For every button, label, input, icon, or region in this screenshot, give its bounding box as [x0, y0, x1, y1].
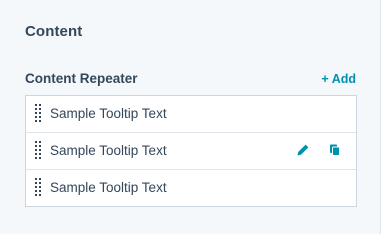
repeater-item-label: Sample Tooltip Text — [50, 106, 167, 121]
drag-handle-icon[interactable] — [35, 104, 41, 124]
plus-icon: + — [321, 72, 329, 86]
add-item-label: Add — [331, 72, 356, 86]
repeater-list: Sample Tooltip Text Sample Tooltip Text — [25, 95, 357, 207]
clone-icon[interactable] — [328, 143, 342, 157]
repeater-item-label: Sample Tooltip Text — [50, 143, 167, 158]
pencil-icon[interactable] — [296, 143, 310, 157]
field-label: Content Repeater — [25, 71, 138, 86]
section-title: Content — [25, 23, 83, 40]
repeater-item-actions — [296, 143, 342, 157]
repeater-item[interactable]: Sample Tooltip Text — [26, 133, 356, 170]
repeater-item[interactable]: Sample Tooltip Text — [26, 96, 356, 133]
add-item-button[interactable]: + Add — [321, 72, 356, 86]
repeater-item-label: Sample Tooltip Text — [50, 180, 167, 195]
drag-handle-icon[interactable] — [35, 141, 41, 161]
repeater-item[interactable]: Sample Tooltip Text — [26, 170, 356, 207]
sidebar-panel: Content Content Repeater + Add Sample Too… — [0, 0, 381, 234]
drag-handle-icon[interactable] — [35, 178, 41, 198]
